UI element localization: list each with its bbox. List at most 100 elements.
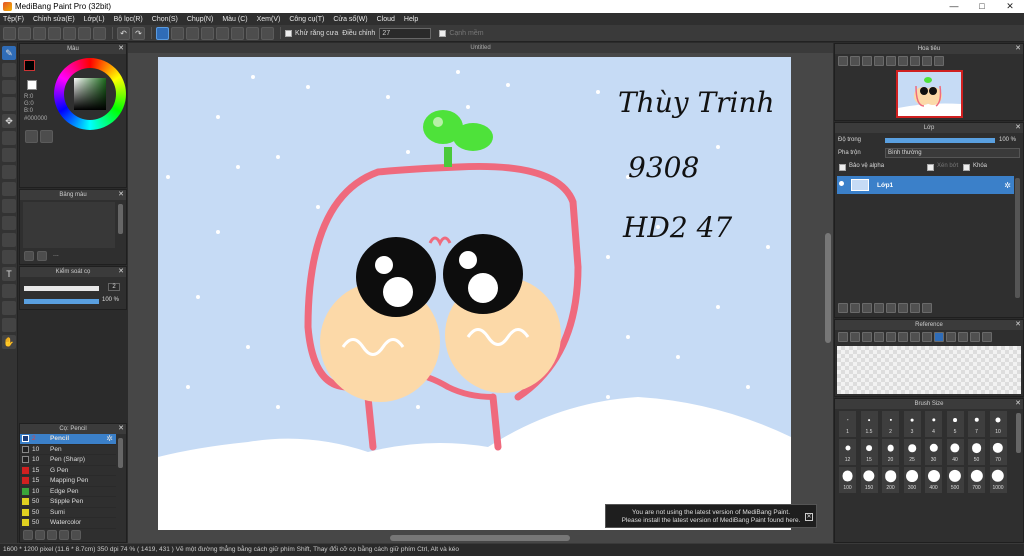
- brush-cloud-icon[interactable]: [35, 530, 45, 540]
- blend-mode-select[interactable]: Bình thường: [885, 148, 1020, 158]
- menu-file[interactable]: Tệp(F): [3, 16, 24, 23]
- reference-fit-icon[interactable]: [898, 332, 908, 342]
- brush-icon[interactable]: [63, 26, 76, 40]
- notification-close-icon[interactable]: ✕: [805, 513, 813, 521]
- brush-size-option[interactable]: 700: [968, 467, 985, 493]
- circle-snap-icon[interactable]: [231, 26, 244, 40]
- menu-filter[interactable]: Bộ lọc(R): [114, 16, 143, 23]
- brush-import-icon[interactable]: [47, 530, 57, 540]
- palette-add-icon[interactable]: [24, 251, 34, 261]
- panel-close-icon[interactable]: ✕: [118, 190, 124, 200]
- brush-size-option[interactable]: 40: [946, 439, 964, 465]
- minimize-button[interactable]: —: [940, 0, 968, 13]
- brush-size-value[interactable]: 2: [108, 283, 120, 291]
- brush-item-stipple-pen[interactable]: 50 Stipple Pen: [20, 497, 116, 508]
- brush-delete-icon[interactable]: [71, 530, 81, 540]
- menu-edit[interactable]: Chỉnh sửa(E): [33, 16, 75, 23]
- select-tool-icon[interactable]: [2, 97, 16, 111]
- panel-close-icon[interactable]: ✕: [118, 424, 124, 434]
- grid-icon[interactable]: [78, 26, 91, 40]
- fit-icon[interactable]: [862, 56, 872, 66]
- canvas-tab[interactable]: Untitled: [128, 43, 833, 53]
- magic-wand-tool-icon[interactable]: [2, 216, 16, 230]
- brush-size-option[interactable]: 1000: [989, 467, 1007, 493]
- undo-icon[interactable]: ↶: [117, 26, 130, 40]
- hand-tool-icon[interactable]: ✋: [2, 335, 16, 349]
- color-saturation-square[interactable]: [74, 78, 106, 110]
- brush-size-option[interactable]: 70: [989, 439, 1007, 465]
- brush-item-pen-sharp[interactable]: 10 Pen (Sharp): [20, 455, 116, 466]
- panel-close-icon[interactable]: ✕: [118, 267, 124, 277]
- brush-size-option[interactable]: 15: [860, 439, 878, 465]
- drawing-canvas[interactable]: Thùy Trinh 9308 HD2 47: [158, 57, 791, 530]
- palette-scrollbar[interactable]: [118, 204, 123, 234]
- reference-rotate-right-icon[interactable]: [970, 332, 980, 342]
- rotate-right-icon[interactable]: [910, 56, 920, 66]
- move-tool-icon[interactable]: ✥: [2, 114, 16, 128]
- zoom-out-icon[interactable]: [850, 56, 860, 66]
- layer-visibility-icon[interactable]: [839, 181, 844, 186]
- brush-item-g-pen[interactable]: 15 G Pen: [20, 466, 116, 476]
- lasso-tool-icon[interactable]: [2, 199, 16, 213]
- delete-layer-icon[interactable]: [922, 303, 932, 313]
- reference-actual-icon[interactable]: [910, 332, 920, 342]
- lock-checkbox[interactable]: [963, 164, 970, 171]
- brush-size-scrollbar[interactable]: [1016, 413, 1021, 453]
- brush-item-watercolor[interactable]: 50 Watercolor: [20, 518, 116, 529]
- canvas-horizontal-scrollbar[interactable]: [390, 535, 570, 541]
- duplicate-layer-icon[interactable]: [898, 303, 908, 313]
- save-icon[interactable]: [48, 26, 61, 40]
- brush-size-option[interactable]: 30: [925, 439, 942, 465]
- palette-more-button[interactable]: ...: [53, 251, 59, 258]
- smooth-edge-checkbox[interactable]: [439, 29, 447, 37]
- menu-view[interactable]: Xem(V): [257, 16, 281, 23]
- parallel-snap-icon[interactable]: [171, 26, 184, 40]
- flip-icon[interactable]: [922, 56, 932, 66]
- clipping-checkbox[interactable]: [927, 164, 934, 171]
- reference-zoom-out-icon[interactable]: [886, 332, 896, 342]
- brush-tool-icon[interactable]: ✎: [2, 46, 16, 60]
- antialias-checkbox[interactable]: [285, 29, 292, 37]
- brush-size-option[interactable]: 25: [903, 439, 921, 465]
- panel-close-icon[interactable]: ✕: [1015, 320, 1021, 330]
- reference-eyedropper-icon[interactable]: [922, 332, 932, 342]
- operation-tool-icon[interactable]: [2, 318, 16, 332]
- brush-size-option[interactable]: 1: [839, 411, 856, 437]
- brush-size-option[interactable]: 100: [839, 467, 856, 493]
- menu-tools[interactable]: Công cụ(T): [289, 16, 324, 23]
- vanish-snap-icon[interactable]: [201, 26, 214, 40]
- panel-close-icon[interactable]: ✕: [1015, 44, 1021, 54]
- brush-item-pencil[interactable]: 2 Pencil ✲: [20, 434, 116, 445]
- reference-rotate-reset-icon[interactable]: [958, 332, 968, 342]
- select-pen-tool-icon[interactable]: [2, 233, 16, 247]
- maximize-button[interactable]: □: [968, 0, 996, 13]
- brush-size-slider[interactable]: [24, 286, 99, 291]
- panel-close-icon[interactable]: ✕: [1015, 123, 1021, 133]
- foreground-color-swatch[interactable]: [24, 60, 35, 71]
- brush-size-option[interactable]: 20: [882, 439, 899, 465]
- layer-settings-icon[interactable]: ✲: [1004, 181, 1011, 190]
- open-file-icon[interactable]: [33, 26, 46, 40]
- palette-swatch-area[interactable]: [23, 202, 115, 248]
- layer-item[interactable]: Lớp1 ✲: [837, 176, 1014, 194]
- menu-cloud[interactable]: Cloud: [377, 16, 395, 23]
- brush-item-edge-pen[interactable]: 10 Edge Pen: [20, 487, 116, 497]
- gradient-tool-icon[interactable]: [2, 165, 16, 179]
- menu-help[interactable]: Help: [404, 16, 418, 23]
- new-8bit-layer-icon[interactable]: [862, 303, 872, 313]
- brush-copy-icon[interactable]: [59, 530, 69, 540]
- brush-size-option[interactable]: 10: [989, 411, 1007, 437]
- color-history-icon[interactable]: [40, 130, 53, 143]
- reference-flip-icon[interactable]: [982, 332, 992, 342]
- zoom-in-icon[interactable]: [838, 56, 848, 66]
- adjust-select[interactable]: 27: [379, 27, 432, 39]
- radial-snap-icon[interactable]: [216, 26, 229, 40]
- merge-down-icon[interactable]: [910, 303, 920, 313]
- bucket-tool-icon[interactable]: [2, 148, 16, 162]
- navigator-menu-icon[interactable]: [934, 56, 944, 66]
- panel-close-icon[interactable]: ✕: [118, 44, 124, 54]
- brush-size-option[interactable]: 5: [946, 411, 964, 437]
- marquee-tool-icon[interactable]: [2, 182, 16, 196]
- share-icon[interactable]: [93, 26, 106, 40]
- color-wheel[interactable]: [54, 58, 126, 130]
